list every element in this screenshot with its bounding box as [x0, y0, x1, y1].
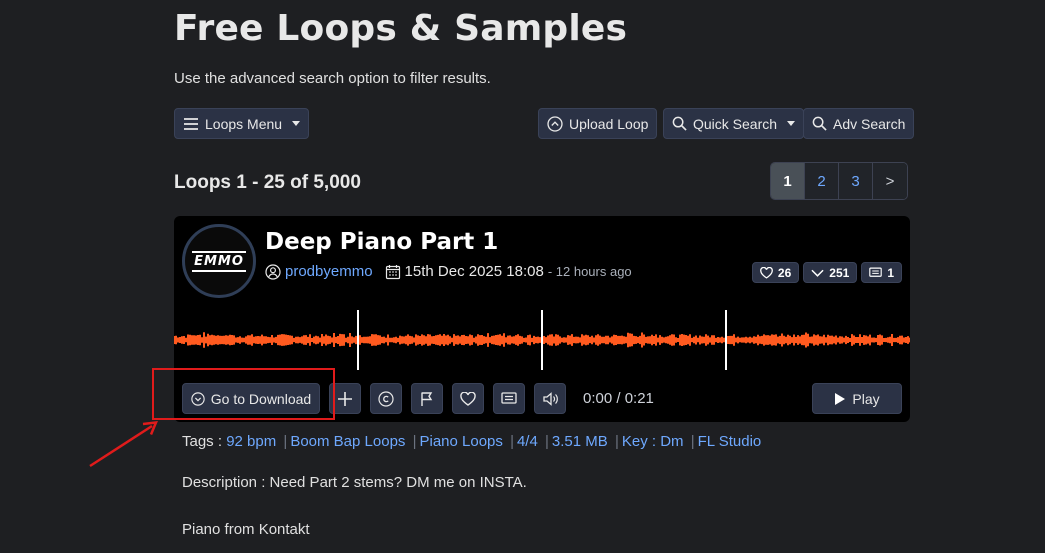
volume-button[interactable]	[534, 383, 566, 414]
tag-separator: |	[545, 433, 549, 450]
comments-badge: 1	[861, 262, 902, 283]
favorite-button[interactable]	[452, 383, 484, 414]
comments-count: 1	[887, 265, 894, 280]
quick-search-button[interactable]: Quick Search	[663, 108, 805, 139]
loop-meta: prodbyemmo 15th Dec 2025 18:08 - 12 hour…	[265, 263, 632, 280]
annotation-highlight-box	[152, 368, 335, 420]
author-link[interactable]: prodbyemmo	[285, 263, 373, 280]
avatar[interactable]: EMMO	[182, 224, 256, 298]
comments-button[interactable]	[493, 383, 525, 414]
tag-link[interactable]: FL Studio	[698, 433, 762, 450]
upload-ago: - 12 hours ago	[547, 264, 632, 279]
playback-time: 0:00 / 0:21	[583, 390, 654, 407]
page-subtitle: Use the advanced search option to filter…	[174, 70, 491, 87]
loops-menu-button[interactable]: Loops Menu	[174, 108, 310, 139]
heart-icon	[460, 391, 476, 406]
chevron-down-icon	[811, 269, 824, 277]
volume-icon	[542, 391, 558, 406]
tag-separator: |	[283, 433, 288, 450]
copyright-button[interactable]	[370, 383, 402, 414]
likes-count: 26	[777, 265, 792, 280]
loops-menu-label: Loops Menu	[205, 115, 283, 132]
tag-link[interactable]: 92 bpm	[226, 433, 276, 450]
description: Description : Need Part 2 stems? DM me o…	[182, 474, 527, 491]
tag-link[interactable]: Key : Dm	[622, 433, 684, 450]
adv-search-button[interactable]: Adv Search	[803, 108, 915, 139]
tag-link[interactable]: Piano Loops	[419, 433, 502, 450]
upload-loop-label: Upload Loop	[569, 115, 649, 132]
tag-link[interactable]: 3.51 MB	[552, 433, 608, 450]
flag-icon	[421, 391, 433, 406]
page-3-button[interactable]: 3	[839, 163, 873, 199]
page-1-button[interactable]: 1	[771, 163, 805, 199]
results-count: Loops 1 - 25 of 5,000	[174, 172, 361, 193]
tag-separator: |	[690, 433, 695, 450]
quick-search-label: Quick Search	[693, 115, 778, 132]
adv-search-label: Adv Search	[833, 115, 906, 132]
play-icon	[835, 392, 846, 405]
upload-circle-icon	[547, 115, 563, 132]
description-detail: Piano from Kontakt	[182, 521, 310, 538]
tag-separator: |	[510, 433, 514, 450]
downloads-badge: 251	[803, 262, 858, 283]
loop-title[interactable]: Deep Piano Part 1	[265, 229, 498, 255]
plus-icon	[338, 391, 352, 406]
tag-separator: |	[412, 433, 417, 450]
page-title: Free Loops & Samples	[174, 8, 628, 49]
waveform[interactable]	[174, 308, 910, 372]
downloads-count: 251	[829, 265, 850, 280]
tag-link[interactable]: Boom Bap Loops	[290, 433, 405, 450]
hamburger-icon	[184, 117, 198, 130]
play-label: Play	[852, 390, 880, 407]
upload-date: 15th Dec 2025 18:08	[404, 263, 544, 280]
tags-row: Tags : 92 bpm | Boom Bap Loops | Piano Loo…	[182, 433, 761, 450]
search-icon	[812, 116, 827, 131]
calendar-icon	[385, 264, 400, 279]
tag-link[interactable]: 4/4	[517, 433, 538, 450]
comment-icon	[501, 391, 517, 404]
page-2-button[interactable]: 2	[805, 163, 839, 199]
report-button[interactable]	[411, 383, 443, 414]
likes-badge: 26	[751, 262, 800, 283]
tags-label: Tags :	[182, 433, 223, 450]
copyright-icon	[378, 390, 394, 407]
pagination: 1 2 3 >	[770, 162, 908, 200]
loop-stats: 26 251 1	[751, 262, 902, 283]
play-button[interactable]: Play	[812, 383, 902, 414]
annotation-arrow-icon	[89, 421, 158, 468]
tag-separator: |	[614, 433, 619, 450]
comment-icon	[869, 267, 883, 277]
user-icon	[265, 263, 281, 280]
search-icon	[672, 116, 687, 131]
upload-loop-button[interactable]: Upload Loop	[538, 108, 658, 139]
caret-down-icon	[292, 121, 301, 126]
avatar-logo-text: EMMO	[192, 250, 246, 272]
next-page-button[interactable]: >	[873, 163, 907, 199]
caret-down-icon	[787, 121, 796, 126]
heart-icon	[760, 266, 773, 279]
